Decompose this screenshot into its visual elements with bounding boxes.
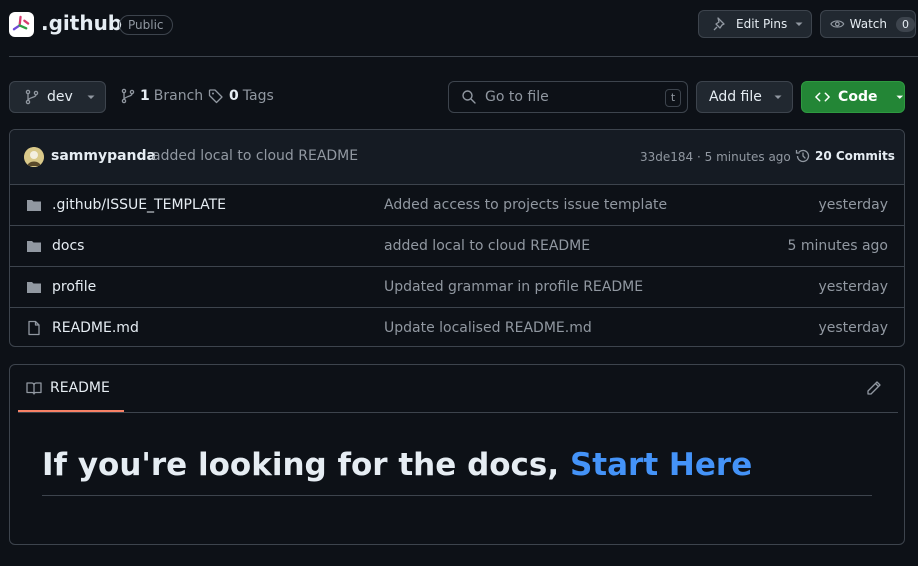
readme-panel: README If you're looking for the docs, S… (9, 364, 905, 545)
visibility-badge: Public (119, 15, 173, 35)
branch-name: dev (47, 89, 73, 105)
code-label: Code (838, 89, 878, 105)
latest-commit-row: sammypanda added local to cloud README 3… (10, 130, 904, 185)
tags-link[interactable]: 0 Tags (208, 88, 274, 104)
file-commit-message[interactable]: added local to cloud README (384, 238, 590, 254)
readme-divider (18, 412, 898, 413)
org-logo-icon (12, 15, 30, 31)
commit-hash-time[interactable]: 33de184 · 5 minutes ago (640, 150, 791, 164)
file-row[interactable]: profile Updated grammar in profile READM… (10, 267, 904, 308)
commits-link[interactable]: 20 Commits (795, 148, 895, 164)
watch-button[interactable]: Watch 0 (820, 10, 916, 38)
watch-label: Watch (849, 17, 887, 31)
start-here-link[interactable]: Start Here (570, 447, 752, 483)
file-commit-time: yesterday (818, 279, 888, 295)
search-icon (462, 90, 476, 104)
go-to-file-placeholder: Go to file (485, 89, 549, 105)
folder-icon (27, 200, 41, 211)
history-icon (795, 149, 810, 163)
file-commit-message[interactable]: Added access to projects issue template (384, 197, 667, 213)
readme-heading-text: If you're looking for the docs, (42, 447, 570, 483)
pin-icon (713, 17, 725, 31)
file-table: sammypanda added local to cloud README 3… (9, 129, 905, 347)
file-commit-message[interactable]: Update localised README.md (384, 320, 592, 336)
file-commit-time: 5 minutes ago (787, 238, 888, 254)
branch-icon (121, 88, 135, 104)
add-file-button[interactable]: Add file (696, 81, 793, 113)
branches-link[interactable]: 1 Branch (120, 88, 203, 104)
branch-selector[interactable]: dev (9, 81, 106, 113)
shortcut-key: t (665, 89, 681, 107)
readme-tab[interactable]: README (18, 365, 124, 412)
branch-icon (25, 89, 39, 105)
file-name[interactable]: README.md (52, 320, 139, 336)
avatar-image-icon (24, 147, 44, 167)
branch-count: 1 (140, 88, 150, 104)
branch-label: Branch (153, 88, 204, 104)
repo-logo[interactable] (9, 12, 34, 37)
add-file-label: Add file (709, 89, 762, 105)
code-icon (815, 92, 830, 102)
file-commit-time: yesterday (818, 197, 888, 213)
file-name[interactable]: docs (52, 238, 84, 254)
chevron-down-icon (795, 22, 803, 26)
file-name[interactable]: .github/ISSUE_TEMPLATE (52, 197, 226, 213)
file-row[interactable]: README.md Update localised README.md yes… (10, 308, 904, 346)
avatar[interactable] (24, 147, 44, 167)
folder-icon (27, 282, 41, 293)
file-row[interactable]: .github/ISSUE_TEMPLATE Added access to p… (10, 185, 904, 226)
file-commit-message[interactable]: Updated grammar in profile README (384, 279, 643, 295)
commit-message[interactable]: added local to cloud README (152, 148, 358, 164)
readme-heading: If you're looking for the docs, Start He… (42, 447, 752, 483)
header-divider (9, 56, 918, 57)
book-icon (26, 381, 42, 395)
file-row[interactable]: docs added local to cloud README 5 minut… (10, 226, 904, 267)
eye-icon (830, 20, 845, 28)
edit-pins-button[interactable]: Edit Pins (698, 10, 812, 38)
chevron-down-icon (896, 95, 904, 99)
file-commit-time: yesterday (818, 320, 888, 336)
commit-author[interactable]: sammypanda (51, 148, 156, 164)
code-button[interactable]: Code (801, 81, 905, 113)
tag-icon (208, 89, 223, 104)
readme-tab-label: README (50, 379, 110, 396)
file-name[interactable]: profile (52, 279, 96, 295)
watch-count: 0 (896, 16, 915, 32)
edit-pins-label: Edit Pins (736, 17, 788, 31)
heading-rule (42, 495, 872, 496)
chevron-down-icon (87, 95, 95, 99)
file-icon (28, 320, 40, 336)
tag-label: Tags (242, 88, 274, 104)
tag-count: 0 (229, 88, 239, 104)
go-to-file-input[interactable]: Go to file t (448, 81, 688, 113)
repo-name[interactable]: .github (41, 11, 122, 35)
folder-icon (27, 241, 41, 252)
pencil-icon[interactable] (866, 380, 882, 396)
commits-count-label: 20 Commits (815, 149, 895, 163)
chevron-down-icon (774, 95, 782, 99)
